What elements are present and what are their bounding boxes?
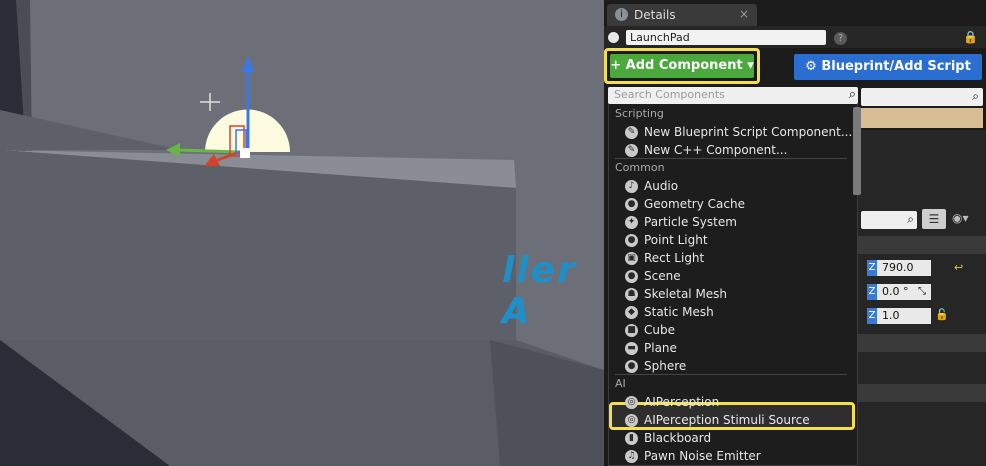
menu-separator xyxy=(615,374,847,375)
menu-item-label: Sphere xyxy=(644,359,687,373)
reset-arrow-icon[interactable]: ↩ xyxy=(954,261,963,274)
menu-item-label: Static Mesh xyxy=(644,305,714,319)
menu-item-label: Plane xyxy=(644,341,677,355)
location-z-field[interactable]: 790.0 xyxy=(877,260,931,276)
menu-item-pawn-noise-emitter[interactable]: ♫ Pawn Noise Emitter xyxy=(611,448,851,466)
skeletal-mesh-icon: ☗ xyxy=(625,288,638,301)
menu-item-point-light[interactable]: ● Point Light xyxy=(611,232,851,250)
actor-radio-icon[interactable] xyxy=(608,32,619,43)
menu-item-audio[interactable]: ♪ Audio xyxy=(611,178,851,196)
menu-item-label: Particle System xyxy=(644,215,737,229)
menu-item-label: Blackboard xyxy=(644,431,712,445)
details-panel: i Details × LaunchPad ? 🔒 + Add Componen… xyxy=(604,0,986,466)
viewport-scene xyxy=(0,0,604,466)
property-search-field[interactable]: ⌕ xyxy=(861,211,917,229)
menu-item-rect-light[interactable]: ▣ Rect Light xyxy=(611,250,851,268)
tab-details[interactable]: i Details × xyxy=(607,4,757,26)
menu-item-label: Scene xyxy=(644,269,681,283)
menu-item-plane[interactable]: ▬ Plane xyxy=(611,340,851,358)
help-icon[interactable]: ? xyxy=(834,32,847,45)
menu-item-cube[interactable]: ■ Cube xyxy=(611,322,851,340)
ai-perception-icon: ◎ xyxy=(625,396,638,409)
point-light-icon: ● xyxy=(625,234,638,247)
search-components-input[interactable]: Search Components ⌕ xyxy=(608,87,858,104)
menu-item-label: Rect Light xyxy=(644,251,705,265)
menu-item-label: Cube xyxy=(644,323,675,337)
scene-icon: ● xyxy=(625,270,638,283)
blackboard-icon: ▮ xyxy=(625,432,638,445)
menu-item-geometry-cache[interactable]: ● Geometry Cache xyxy=(611,196,851,214)
menu-item-label: New C++ Component... xyxy=(644,143,788,157)
menu-item-skeletal-mesh[interactable]: ☗ Skeletal Mesh xyxy=(611,286,851,304)
geometry-cache-icon: ● xyxy=(625,198,638,211)
menu-item-label: Geometry Cache xyxy=(644,197,745,211)
particle-icon: ✦ xyxy=(625,216,638,229)
rotation-arrows-icon[interactable]: ⤡ xyxy=(914,284,930,300)
z-axis-tag: Z xyxy=(867,284,877,300)
menu-item-label: Audio xyxy=(644,179,679,193)
selected-component-row[interactable] xyxy=(861,108,983,128)
section-divider xyxy=(856,384,986,402)
menu-item-label: Skeletal Mesh xyxy=(644,287,728,301)
z-axis-tag: Z xyxy=(867,260,877,276)
lock-icon[interactable]: 🔒 xyxy=(963,30,978,44)
menu-category-title: Scripting xyxy=(615,107,664,120)
property-matrix-button[interactable]: ☰ xyxy=(922,209,946,229)
actor-name-row: LaunchPad ? 🔒 xyxy=(604,26,986,48)
search-icon: ⌕ xyxy=(907,212,914,226)
menu-item-label: Point Light xyxy=(644,233,708,247)
search-placeholder: Search Components xyxy=(614,88,725,101)
menu-item-label: Pawn Noise Emitter xyxy=(644,449,761,463)
blueprint-icon: ✎ xyxy=(625,126,638,139)
stimuli-icon: ◎ xyxy=(625,414,638,427)
add-component-button[interactable]: + Add Component ▾ xyxy=(604,48,760,84)
add-component-label: + Add Component ▾ xyxy=(610,54,754,78)
component-toolbar: + Add Component ▾ ⚙ Blueprint/Add Script xyxy=(604,48,986,88)
menu-item-label: New Blueprint Script Component... xyxy=(644,125,853,139)
tab-label: Details xyxy=(634,8,676,22)
menu-item-new-blueprint-script-component[interactable]: ✎ New Blueprint Script Component... xyxy=(611,124,853,142)
z-axis-tag: Z xyxy=(867,308,877,324)
cpp-icon: ✎ xyxy=(625,144,638,157)
scale-z-field[interactable]: 1.0 xyxy=(877,308,931,324)
scale-lock-icon[interactable]: 🔓 xyxy=(935,308,949,321)
actor-name-field[interactable]: LaunchPad xyxy=(626,30,826,45)
menu-item-aiperception[interactable]: ◎ AIPerception xyxy=(611,394,851,412)
menu-category-title: Common xyxy=(615,161,665,174)
menu-item-label: AIPerception xyxy=(644,395,720,409)
add-component-dropdown: Scripting ✎ New Blueprint Script Component… xyxy=(608,87,861,466)
rect-light-icon: ▣ xyxy=(625,252,638,265)
menu-item-label: AIPerception Stimuli Source xyxy=(644,413,810,427)
menu-item-particle-system[interactable]: ✦ Particle System xyxy=(611,214,851,232)
details-icon: i xyxy=(615,8,628,21)
menu-item-aiperception-stimuli-source[interactable]: ◎ AIPerception Stimuli Source xyxy=(611,412,851,430)
menu-scrollbar[interactable] xyxy=(853,107,861,195)
noise-icon: ♫ xyxy=(625,450,638,463)
menu-item-blackboard[interactable]: ▮ Blackboard xyxy=(611,430,851,448)
level-viewport[interactable]: ller A xyxy=(0,0,604,466)
sphere-icon: ● xyxy=(625,360,638,373)
close-icon[interactable]: × xyxy=(739,7,749,21)
search-icon: ⌕ xyxy=(848,87,856,102)
menu-separator xyxy=(615,158,847,159)
section-divider xyxy=(856,334,986,352)
cube-icon: ■ xyxy=(625,324,638,337)
audio-icon: ♪ xyxy=(625,180,638,193)
menu-item-static-mesh[interactable]: ◆ Static Mesh xyxy=(611,304,851,322)
menu-item-scene[interactable]: ● Scene xyxy=(611,268,851,286)
menu-category-title: AI xyxy=(615,377,626,390)
search-icon: ⌕ xyxy=(972,89,979,103)
plane-icon: ▬ xyxy=(625,342,638,355)
section-divider xyxy=(856,236,986,254)
blueprint-add-script-button[interactable]: ⚙ Blueprint/Add Script xyxy=(794,54,982,80)
component-search-field[interactable]: ⌕ xyxy=(861,88,983,106)
visibility-eye-icon[interactable]: ◉▾ xyxy=(952,211,969,225)
static-mesh-icon: ◆ xyxy=(625,306,638,319)
viewport-overlay-text: ller A xyxy=(502,250,577,332)
